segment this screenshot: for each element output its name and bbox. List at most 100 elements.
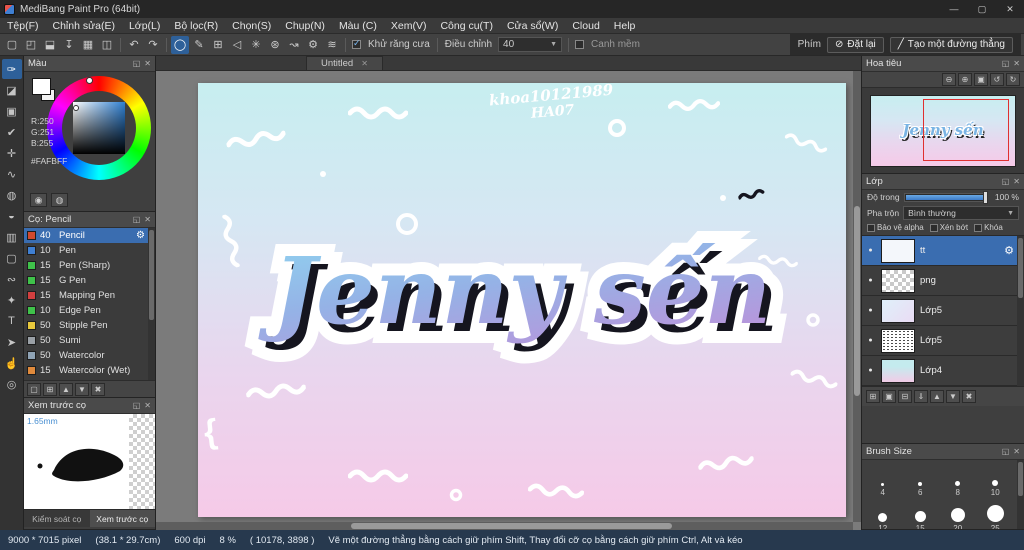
adjust-dropdown[interactable]: 40 ▼ — [498, 37, 563, 52]
brush-row[interactable]: 10 Edge Pen — [24, 303, 155, 318]
circle-tool-icon[interactable]: ◯ — [171, 35, 189, 54]
workspace-layout-icon[interactable]: ◫ — [98, 36, 116, 54]
new-brush-icon[interactable]: ▢ — [27, 382, 41, 396]
duplicate-brush-icon[interactable]: ⊞ — [43, 382, 57, 396]
antialias-checkbox[interactable] — [352, 38, 361, 49]
smudge-tool-icon[interactable]: ▣ — [2, 101, 22, 121]
brush-list-scrollbar[interactable] — [148, 228, 155, 380]
brush-row[interactable]: 15 Mapping Pen — [24, 288, 155, 303]
curve-tool-icon[interactable]: ∿ — [2, 164, 22, 184]
protect-alpha-checkbox[interactable]: Bảo vệ alpha — [867, 223, 924, 232]
brush-size-option[interactable]: 4 — [864, 462, 902, 498]
menu-window[interactable]: Cửa sổ(W) — [500, 18, 565, 33]
snap-settings-icon[interactable]: ⚙ — [304, 36, 322, 54]
select-tool-icon[interactable]: ▢ — [2, 248, 22, 268]
soft-edge-checkbox[interactable] — [575, 40, 585, 49]
merge-layer-icon[interactable]: ⇓ — [914, 390, 928, 403]
menu-cloud[interactable]: Cloud — [565, 18, 606, 33]
rotate-right-icon[interactable]: ↻ — [1006, 73, 1020, 86]
menu-file[interactable]: Tệp(F) — [0, 18, 46, 33]
float-panel-icon[interactable]: ◱ — [1002, 177, 1010, 186]
canvas-artwork[interactable]: { khoa10121989 HA07 Jenny sến Jenny sến … — [198, 83, 846, 517]
maximize-button[interactable]: ▢ — [968, 0, 996, 18]
opacity-slider[interactable] — [903, 190, 988, 204]
brush-settings-icon[interactable]: ⚙ — [136, 230, 145, 241]
float-panel-icon[interactable]: ◱ — [1002, 59, 1010, 68]
layer-row[interactable]: ● Lớp5 — [862, 296, 1024, 326]
menu-filter[interactable]: Bộ lọc(R) — [167, 18, 225, 33]
menu-snap[interactable]: Chụp(N) — [278, 18, 332, 33]
canvas-viewport[interactable]: { khoa10121989 HA07 Jenny sến Jenny sến … — [156, 71, 861, 530]
menu-select[interactable]: Chọn(S) — [225, 18, 278, 33]
brush-size-option[interactable]: 12 — [864, 498, 902, 529]
float-panel-icon[interactable]: ◱ — [133, 401, 141, 410]
tab-brush-control[interactable]: Kiểm soát cọ — [24, 509, 90, 527]
open-file-icon[interactable]: ◰ — [22, 36, 40, 54]
polyline-tool-icon[interactable]: ✎ — [190, 36, 208, 54]
magic-wand-tool-icon[interactable]: ✦ — [2, 290, 22, 310]
grid-view-icon[interactable]: ▦ — [79, 36, 97, 54]
reset-button[interactable]: ⊘ Đặt lại — [827, 36, 884, 53]
brush-row[interactable]: 15 Watercolor (Wet) — [24, 363, 155, 378]
brush-row[interactable]: 50 Stipple Pen — [24, 318, 155, 333]
undo-icon[interactable]: ↶ — [125, 36, 143, 54]
brush-row[interactable]: 50 Sumi — [24, 333, 155, 348]
brush-size-option[interactable]: 10 — [977, 462, 1015, 498]
brush-tool-icon[interactable]: ✑ — [1, 59, 22, 79]
export-file-icon[interactable]: ↧ — [60, 36, 78, 54]
fit-view-icon[interactable]: ▣ — [974, 73, 988, 86]
saturation-indicator[interactable] — [73, 105, 79, 111]
brush-size-option[interactable]: 25 — [977, 498, 1015, 529]
tab-untitled[interactable]: Untitled ✕ — [306, 56, 383, 70]
close-panel-icon[interactable]: ✕ — [1013, 177, 1020, 186]
navigator-thumbnail[interactable]: Jenny sến — [870, 94, 1016, 167]
layer-visibility-icon[interactable]: ● — [865, 337, 876, 344]
grid-snap-icon[interactable]: ⊞ — [209, 36, 227, 54]
color-saturation-square[interactable] — [73, 102, 125, 154]
snap-more-icon[interactable]: ≋ — [323, 36, 341, 54]
tab-brush-preview[interactable]: Xem trước cọ — [89, 509, 155, 527]
save-file-icon[interactable]: ⬓ — [41, 36, 59, 54]
close-panel-icon[interactable]: ✕ — [1013, 59, 1020, 68]
close-panel-icon[interactable]: ✕ — [144, 59, 151, 68]
brush-row[interactable]: 50 Watercolor — [24, 348, 155, 363]
minimize-button[interactable]: — — [940, 0, 968, 18]
new-canvas-icon[interactable]: ▢ — [3, 36, 21, 54]
close-panel-icon[interactable]: ✕ — [1013, 447, 1020, 456]
brush-size-value[interactable]: 1.65mm — [27, 416, 58, 426]
layer-row[interactable]: ● png — [862, 266, 1024, 296]
color-bar-mode-icon[interactable]: ◍ — [51, 193, 68, 207]
zoom-out-icon[interactable]: ⊖ — [942, 73, 956, 86]
layer-row[interactable]: ● Lớp4 — [862, 356, 1024, 386]
hue-indicator[interactable] — [86, 77, 93, 84]
layer-settings-icon[interactable]: ⚙ — [1004, 244, 1014, 257]
new-folder-icon[interactable]: ▣ — [882, 390, 896, 403]
move-layer-down-icon[interactable]: ▼ — [946, 390, 960, 403]
move-brush-up-icon[interactable]: ▲ — [59, 382, 73, 396]
navigator-view-rect[interactable] — [922, 99, 1010, 161]
snap-curve-icon[interactable]: ↝ — [285, 36, 303, 54]
hand-tool-icon[interactable]: ☝ — [2, 353, 22, 373]
close-panel-icon[interactable]: ✕ — [144, 215, 151, 224]
close-button[interactable]: ✕ — [996, 0, 1024, 18]
canvas-vertical-scrollbar[interactable] — [853, 71, 861, 522]
move-layer-up-icon[interactable]: ▲ — [930, 390, 944, 403]
zoom-in-icon[interactable]: ⊕ — [958, 73, 972, 86]
float-panel-icon[interactable]: ◱ — [133, 59, 141, 68]
delete-layer-icon[interactable]: ✖ — [962, 390, 976, 403]
lasso-tool-icon[interactable]: ∾ — [2, 269, 22, 289]
menu-view[interactable]: Xem(V) — [384, 18, 434, 33]
draw-line-button[interactable]: ╱ Tạo một đường thẳng — [889, 36, 1013, 53]
float-panel-icon[interactable]: ◱ — [133, 215, 141, 224]
brush-row[interactable]: 15 Pen (Sharp) — [24, 258, 155, 273]
canvas-horizontal-scrollbar[interactable] — [156, 522, 853, 530]
layer-row[interactable]: ● Lớp5 — [862, 326, 1024, 356]
bucket-tool-icon[interactable]: ◒ — [2, 206, 22, 226]
menu-edit[interactable]: Chỉnh sửa(E) — [46, 18, 122, 33]
move-tool-icon[interactable]: ✛ — [2, 143, 22, 163]
brush-size-option[interactable]: 8 — [939, 462, 977, 498]
clipping-checkbox[interactable]: Xén bớt — [929, 223, 968, 232]
move-brush-down-icon[interactable]: ▼ — [75, 382, 89, 396]
redo-icon[interactable]: ↷ — [144, 36, 162, 54]
close-tab-icon[interactable]: ✕ — [361, 59, 368, 68]
